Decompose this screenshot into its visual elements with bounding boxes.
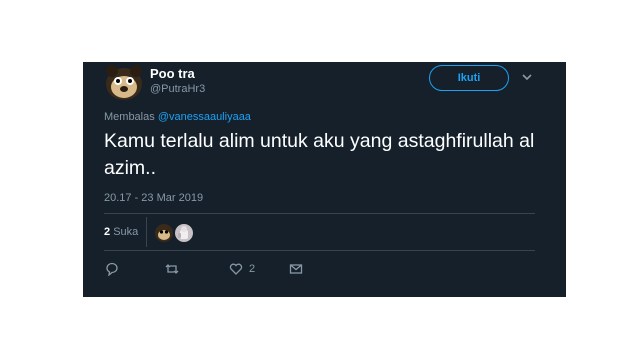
- avatar[interactable]: [104, 63, 144, 101]
- display-name[interactable]: Poo tra: [150, 66, 195, 81]
- divider: [146, 217, 147, 247]
- reply-icon[interactable]: [105, 262, 119, 276]
- tweet-timestamp[interactable]: 20.17 - 23 Mar 2019: [104, 192, 203, 204]
- heart-icon[interactable]: [229, 262, 243, 276]
- tweet-text: Kamu terlalu alim untuk aku yang astaghf…: [104, 130, 535, 179]
- likes-label: Suka: [113, 226, 139, 238]
- user-handle[interactable]: @PutraHr3: [150, 83, 205, 95]
- tweet-card: Poo tra @PutraHr3 Ikuti Membalas @vaness…: [83, 62, 566, 297]
- divider: [104, 250, 535, 251]
- chevron-down-icon[interactable]: [520, 70, 534, 84]
- liker-avatar[interactable]: [155, 224, 173, 242]
- retweet-icon[interactable]: [165, 262, 179, 276]
- liker-avatar[interactable]: [175, 224, 193, 242]
- reply-context: Membalas @vanessaauliyaaa: [104, 111, 251, 123]
- message-icon[interactable]: [289, 262, 303, 276]
- follow-button[interactable]: Ikuti: [429, 65, 509, 91]
- like-action-count: 2: [249, 263, 256, 275]
- likes-count: 2: [104, 226, 111, 238]
- divider: [104, 213, 535, 214]
- reply-mention-link[interactable]: @vanessaauliyaaa: [158, 111, 251, 123]
- likes-summary[interactable]: 2 Suka: [104, 226, 138, 238]
- reply-prefix: Membalas: [104, 111, 155, 123]
